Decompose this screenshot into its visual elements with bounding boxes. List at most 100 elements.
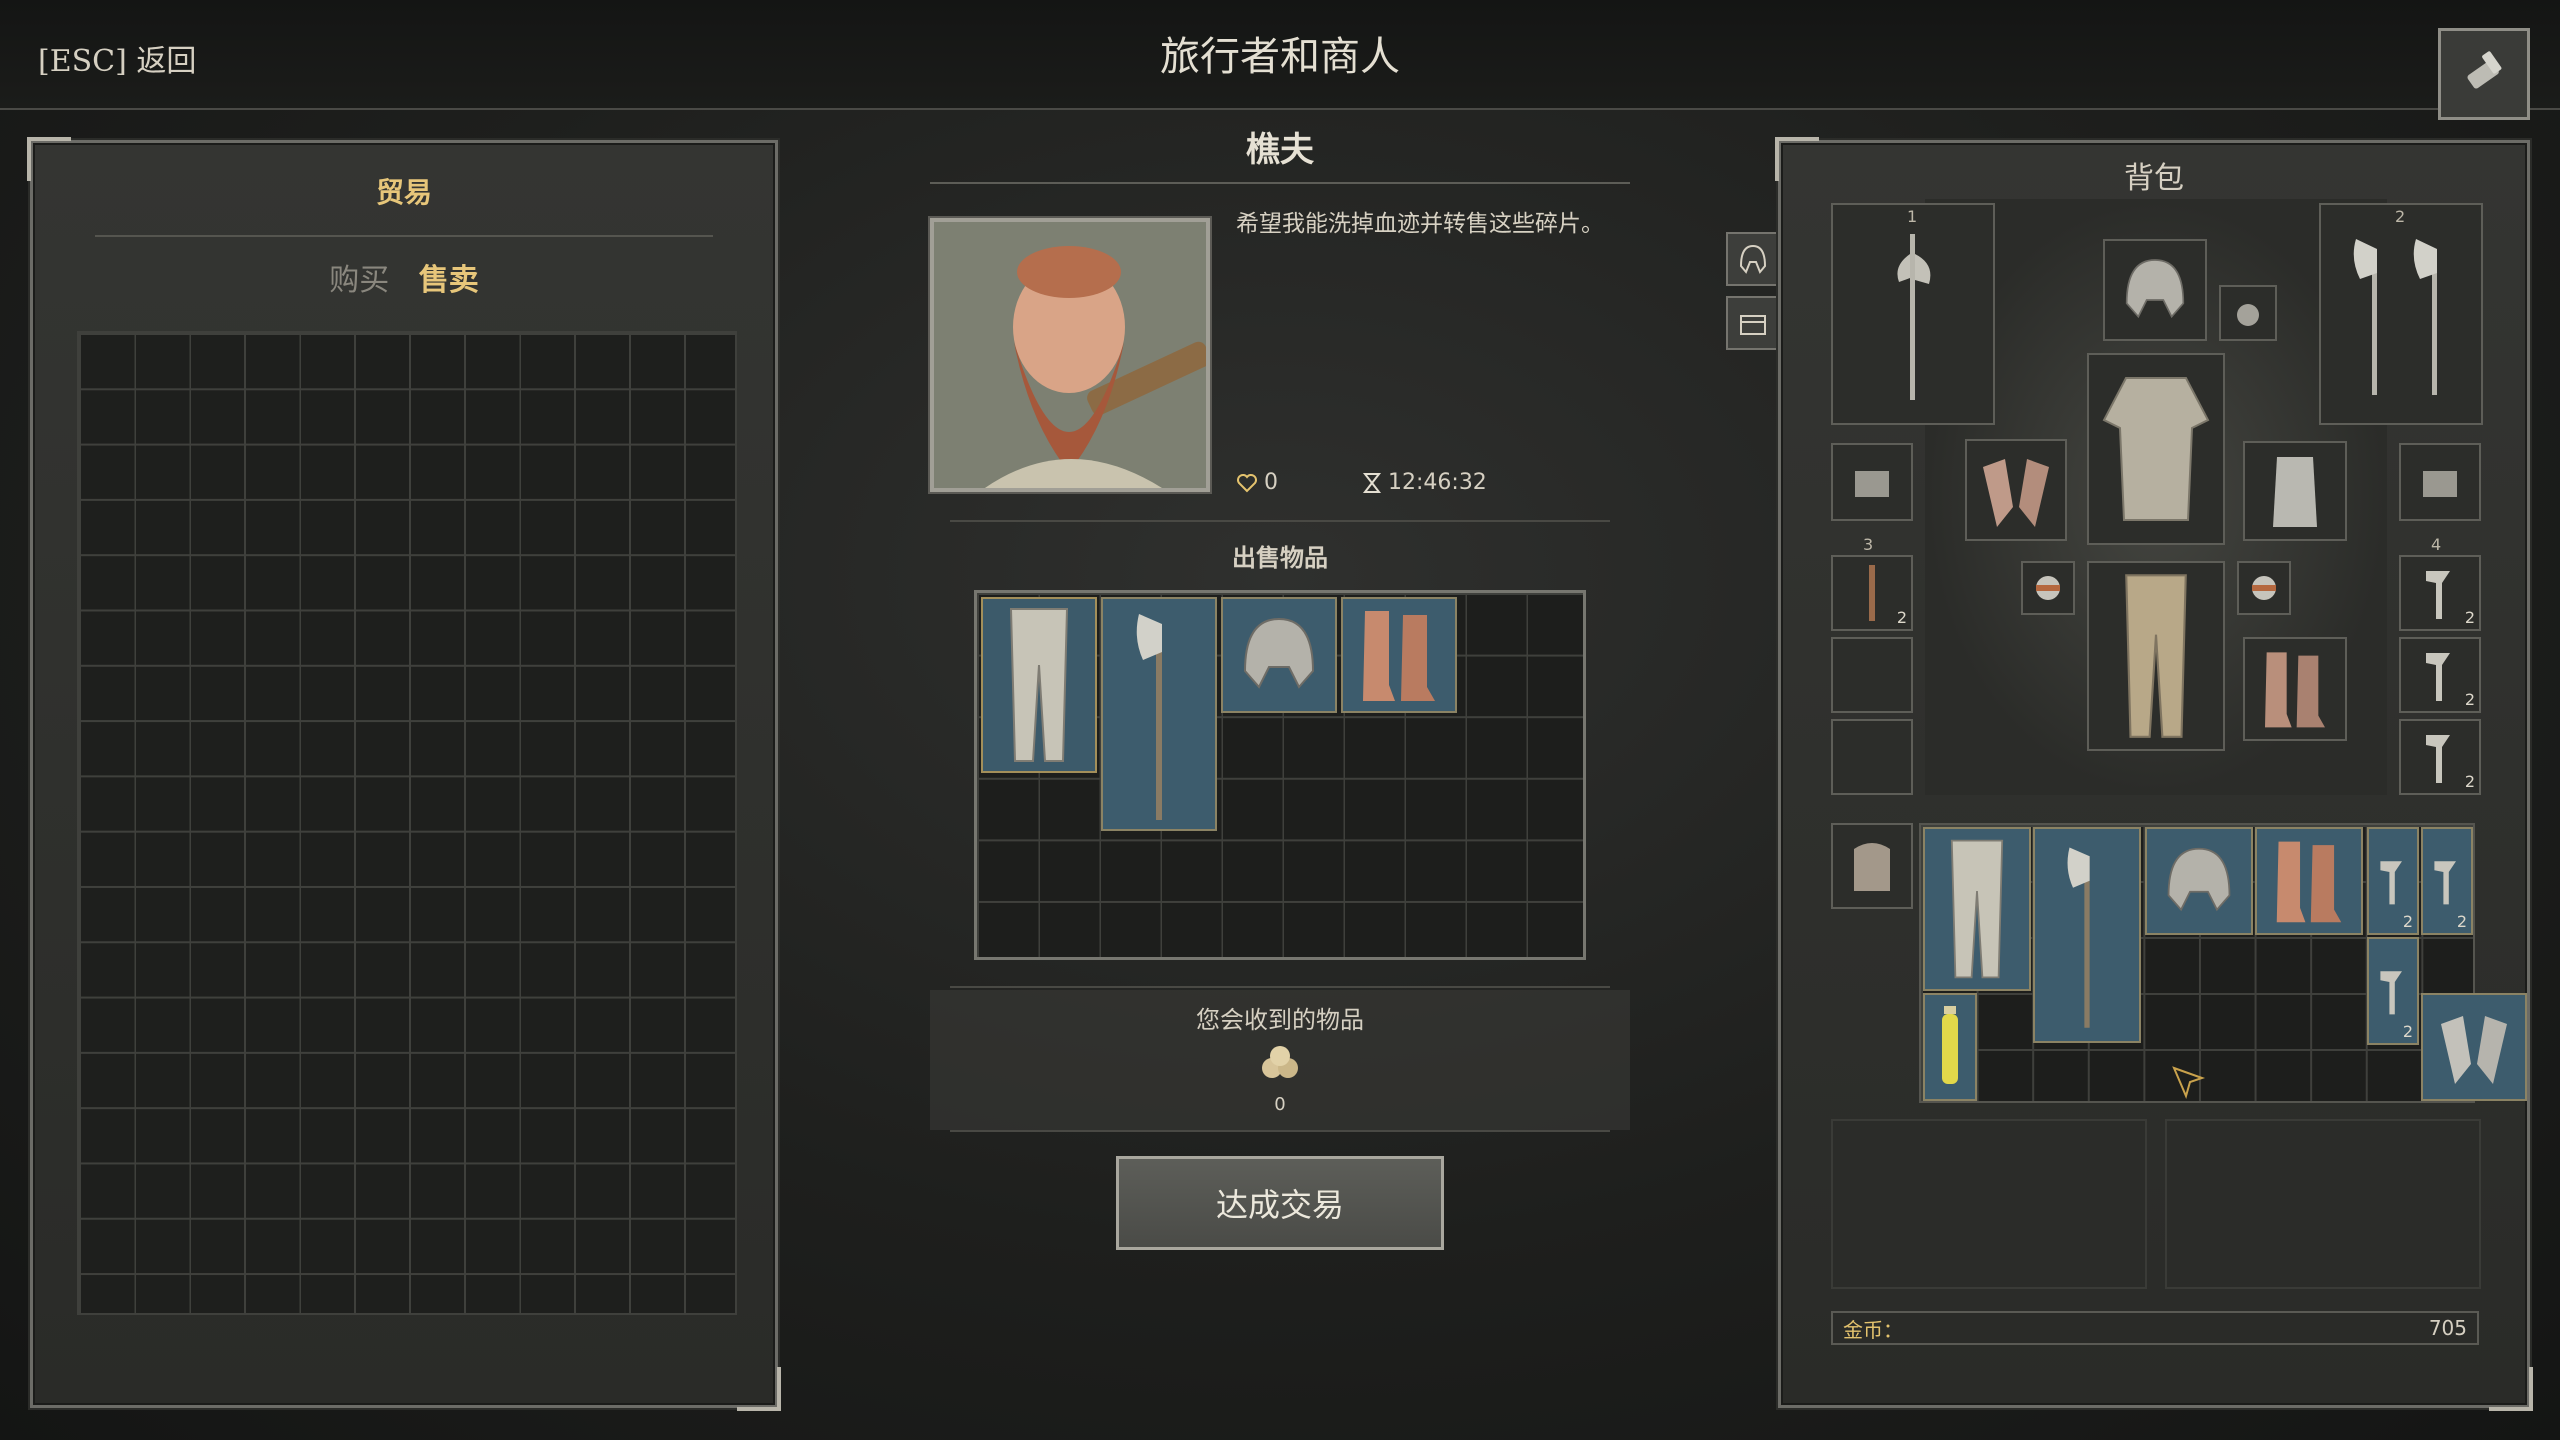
quick-slot-3a[interactable]: 2 <box>1831 555 1913 631</box>
quick-slot-4c[interactable]: 2 <box>2399 719 2481 795</box>
merchant-inventory-grid[interactable] <box>77 331 737 1315</box>
weapon-slot-1[interactable]: 1 <box>1831 203 1995 425</box>
npc-quote: 希望我能洗掉血迹并转售这些碎片。 <box>1236 211 1604 237</box>
ring-icon <box>2252 576 2276 600</box>
bag-item-potion[interactable] <box>1923 993 1977 1101</box>
slot-number: 2 <box>2395 207 2406 226</box>
tab-sell[interactable]: 售卖 <box>419 255 479 299</box>
hourglass-icon <box>1362 472 1382 493</box>
heart-icon <box>1237 473 1257 492</box>
bag-item-throwing-axe[interactable]: 2 <box>2367 827 2419 935</box>
ring-icon <box>2036 576 2060 600</box>
quick-slot-4a[interactable]: 2 <box>2399 555 2481 631</box>
storage-tab[interactable] <box>1726 296 1780 350</box>
backpack-panel: 背包 1 2 3 2 4 2 2 2 2 2 2 金币： 705 <box>1775 137 2533 1411</box>
bag-item-axe[interactable] <box>2033 827 2141 1043</box>
bag-item-boots[interactable] <box>2255 827 2363 935</box>
boots-icon <box>2265 652 2325 728</box>
quick-slot-4b[interactable]: 2 <box>2399 637 2481 713</box>
timer-value: 12:46:32 <box>1388 470 1487 495</box>
trade-tabs: 购买 售卖 <box>33 255 775 299</box>
throwing-axe-icon <box>2380 861 2402 905</box>
throwing-axe-icon <box>2434 861 2456 905</box>
coin-pile-icon <box>1262 1046 1298 1078</box>
belt-slot-left[interactable] <box>1831 443 1913 521</box>
gold-display: 金币： 705 <box>1831 1311 2479 1345</box>
bag-item-helmet[interactable] <box>2145 827 2253 935</box>
weapon-slot-2[interactable]: 2 <box>2319 203 2483 425</box>
sell-item-helmet[interactable] <box>1221 597 1337 713</box>
storage-area-left[interactable] <box>1831 1119 2147 1289</box>
axe-icon <box>1136 614 1162 820</box>
mouse-cursor <box>2172 1066 2206 1104</box>
trade-panel: 贸易 购买 售卖 <box>27 137 781 1411</box>
stack-count: 2 <box>2464 608 2475 627</box>
helmet-slot[interactable] <box>2103 239 2207 341</box>
boots-slot[interactable] <box>2243 637 2347 741</box>
stack-count: 2 <box>2402 1022 2413 1041</box>
helmet-icon <box>1243 617 1315 689</box>
tab-buy[interactable]: 购买 <box>329 255 389 299</box>
sell-item-axe[interactable] <box>1101 597 1217 831</box>
chest-icon <box>1740 315 1766 335</box>
stack-count: 2 <box>2464 690 2475 709</box>
cloak-slot[interactable] <box>2243 441 2347 541</box>
boots-icon <box>1363 611 1435 701</box>
sell-grid[interactable] <box>974 590 1586 960</box>
gloves-icon <box>2441 1016 2507 1084</box>
receive-value: 0 <box>1274 1094 1286 1115</box>
bag-item-gloves[interactable] <box>2421 993 2527 1101</box>
chest-armor-slot[interactable] <box>2087 353 2225 545</box>
amulet-icon <box>2237 304 2259 326</box>
reputation-value: 0 <box>1264 470 1278 495</box>
ring-slot-right[interactable] <box>2237 561 2291 615</box>
torch-button[interactable] <box>2438 28 2530 120</box>
storage-area-right[interactable] <box>2165 1119 2481 1289</box>
equipment-tab[interactable] <box>1726 232 1780 286</box>
legs-slot[interactable] <box>2087 561 2225 751</box>
belt-slot-right[interactable] <box>2399 443 2481 521</box>
npc-portrait <box>928 216 1212 494</box>
gold-value: 705 <box>2428 1316 2467 1340</box>
quick-slot-3b[interactable] <box>1831 637 1913 713</box>
sell-item-boots[interactable] <box>1341 597 1457 713</box>
slot-number: 1 <box>1907 207 1918 226</box>
portrait-image <box>934 222 1206 488</box>
pants-icon <box>1009 608 1069 762</box>
pants-icon <box>1950 839 2004 979</box>
backpack-slot[interactable] <box>1831 823 1913 909</box>
receive-title: 您会收到的物品 <box>1196 1006 1364 1034</box>
throwing-axe-icon <box>2380 971 2402 1015</box>
gloves-icon <box>1983 459 2049 527</box>
bag-item-throwing-axe[interactable]: 2 <box>2421 827 2473 935</box>
timer: 12:46:32 <box>1362 470 1487 495</box>
stack-count: 2 <box>2456 912 2467 931</box>
potion-icon <box>1942 1006 1958 1084</box>
quick-slot-3c[interactable] <box>1831 719 1913 795</box>
bag-item-throwing-axe[interactable]: 2 <box>2367 937 2419 1045</box>
page-title: 旅行者和商人 <box>1160 34 1400 80</box>
stack-count: 2 <box>1896 608 1907 627</box>
amulet-slot[interactable] <box>2219 285 2277 341</box>
slot-number: 4 <box>2431 535 2442 554</box>
divider <box>950 986 1610 988</box>
boots-icon <box>2276 841 2342 923</box>
reputation: 0 <box>1236 470 1278 495</box>
receive-coin <box>1258 1042 1302 1090</box>
ring-slot-left[interactable] <box>2021 561 2075 615</box>
backpack-grid[interactable]: 2 2 2 <box>1919 823 2527 1103</box>
helmet-icon <box>2125 259 2185 319</box>
axe-icon <box>2067 847 2090 1028</box>
divider <box>950 1130 1610 1132</box>
gloves-slot[interactable] <box>1965 439 2067 541</box>
bag-item-pants[interactable] <box>1923 827 2031 991</box>
sell-item-pants[interactable] <box>981 597 1097 773</box>
sell-title: 出售物品 <box>1232 544 1328 572</box>
slot-number: 3 <box>1863 535 1874 554</box>
divider <box>950 520 1610 522</box>
throwing-axe-icon <box>2426 653 2450 701</box>
gold-label: 金币： <box>1843 1317 1903 1342</box>
top-bar: [ESC] 返回 旅行者和商人 <box>0 0 2560 120</box>
npc-name: 樵夫 <box>1246 130 1314 170</box>
confirm-trade-button[interactable]: 达成交易 <box>1116 1156 1444 1250</box>
